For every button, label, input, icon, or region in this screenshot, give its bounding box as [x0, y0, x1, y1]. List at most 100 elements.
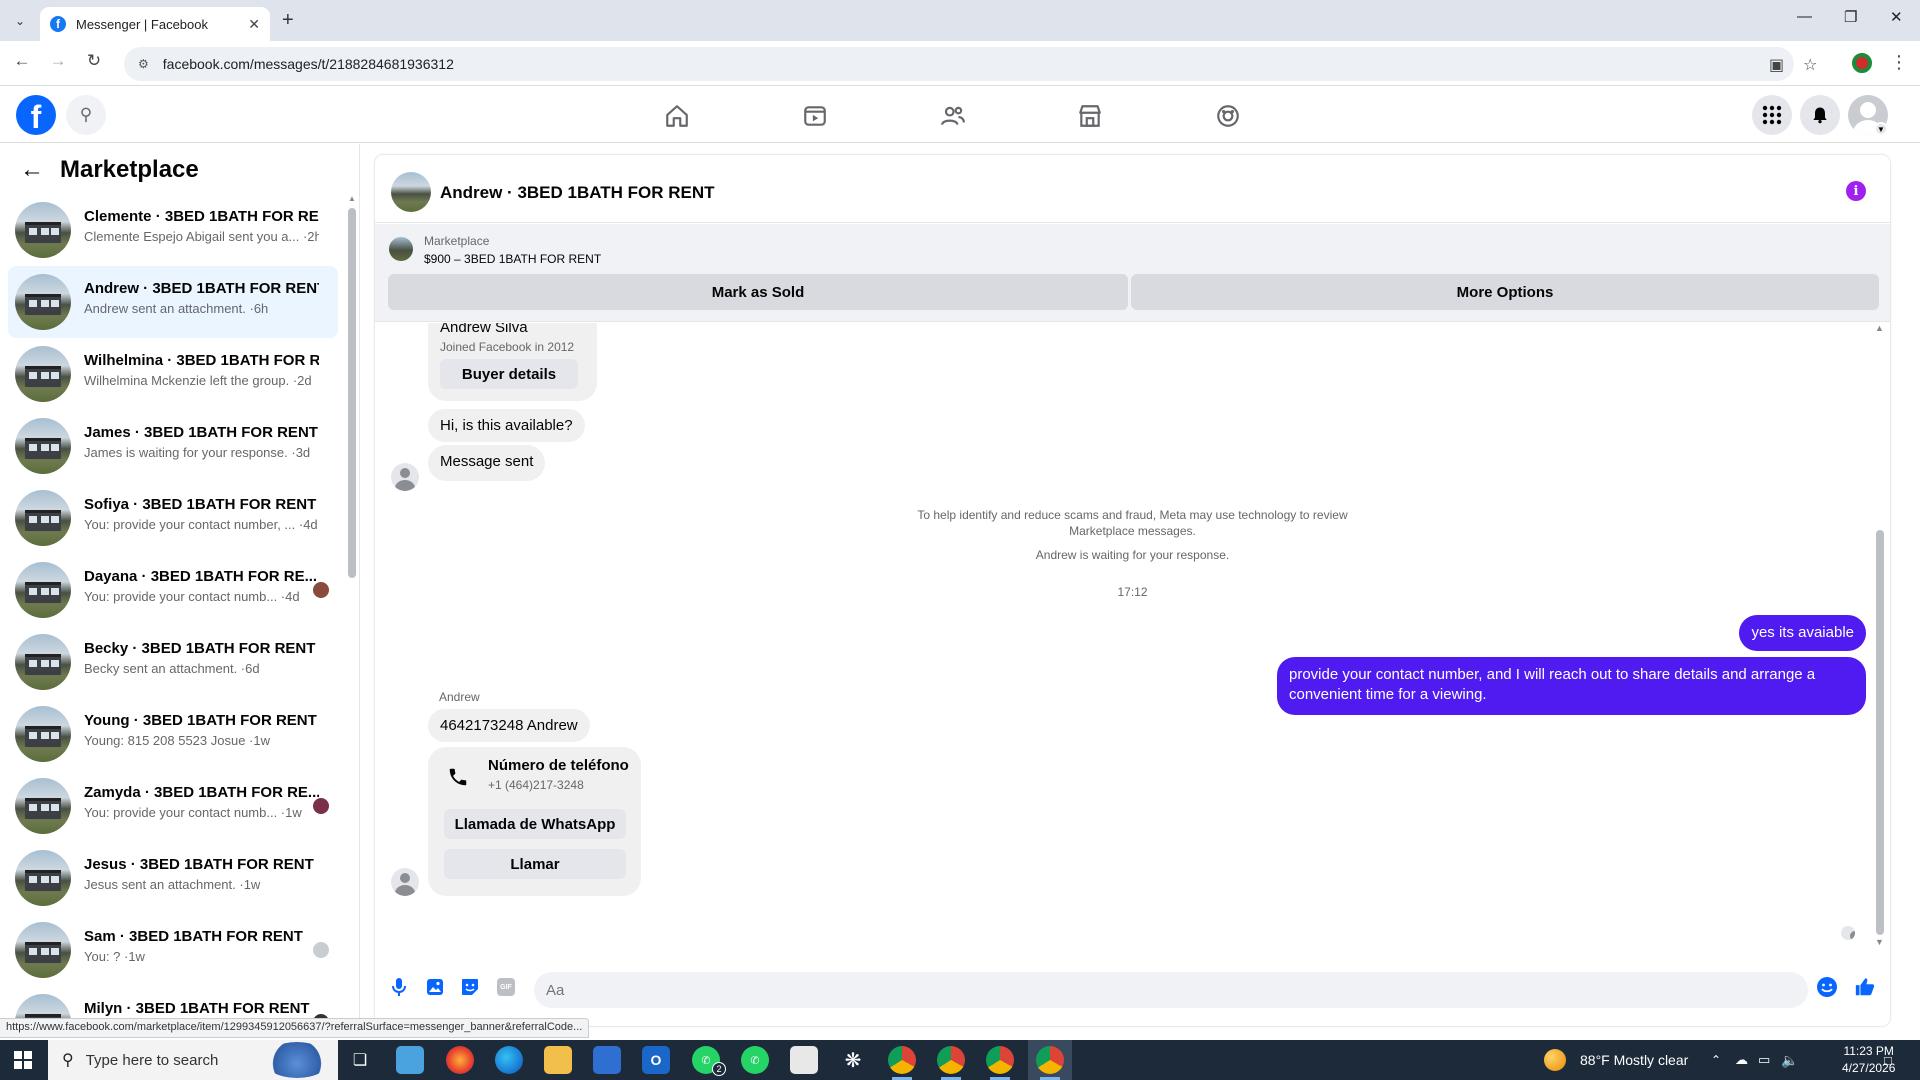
- windows-start-icon[interactable]: [14, 1051, 32, 1069]
- tab-search-button[interactable]: ⌄: [8, 9, 32, 33]
- mark-as-sold-button[interactable]: Mark as Sold: [388, 274, 1128, 310]
- sidebar-scrollbar[interactable]: [348, 208, 356, 578]
- conversation-item[interactable]: Becky · 3BED 1BATH FOR RENT Becky sent a…: [8, 626, 338, 698]
- install-app-icon[interactable]: ▣: [1769, 55, 1784, 75]
- conversation-item[interactable]: Wilhelmina · 3BED 1BATH FOR R... Wilhelm…: [8, 338, 338, 410]
- thumbs-up-icon[interactable]: [1854, 976, 1876, 998]
- notifications-bell-icon[interactable]: [1800, 95, 1840, 135]
- account-chevron-down-icon[interactable]: ▼: [1874, 122, 1888, 136]
- buyer-details-button[interactable]: Buyer details: [440, 359, 578, 389]
- notepad-app-icon[interactable]: [396, 1046, 424, 1074]
- whatsapp-call-button[interactable]: Llamada de WhatsApp: [444, 809, 626, 839]
- phone-card-number: +1 (464)217-3248: [488, 778, 584, 792]
- seen-avatar: [313, 942, 329, 958]
- call-button[interactable]: Llamar: [444, 849, 626, 879]
- sticker-icon[interactable]: [459, 976, 481, 998]
- conversation-title: Andrew · 3BED 1BATH FOR RENT: [84, 280, 319, 297]
- listing-thumbnail: [15, 778, 71, 834]
- conversation-item[interactable]: Zamyda · 3BED 1BATH FOR RE... You: provi…: [8, 770, 338, 842]
- message-input[interactable]: [534, 972, 1808, 1008]
- waiting-status: Andrew is waiting for your response.: [1035, 548, 1230, 562]
- outlook-app-icon[interactable]: O: [642, 1046, 670, 1074]
- restore-icon[interactable]: ❐: [1844, 8, 1857, 26]
- conversation-item[interactable]: Jesus · 3BED 1BATH FOR RENT Jesus sent a…: [8, 842, 338, 914]
- notification-center-icon[interactable]: □: [1884, 1040, 1892, 1080]
- taskbar-search-placeholder: Type here to search: [85, 1051, 219, 1069]
- message-thread: Andrew Silva Joined Facebook in 2012 Buy…: [375, 323, 1890, 956]
- chrome-profile-2-icon[interactable]: [937, 1046, 965, 1074]
- friends-icon[interactable]: [937, 101, 969, 131]
- url-field[interactable]: ⚙ facebook.com/messages/t/21882846819363…: [124, 47, 1794, 81]
- edge-app-icon[interactable]: [495, 1046, 523, 1074]
- scroll-up-icon[interactable]: ▲: [348, 194, 356, 203]
- microsoft-store-icon[interactable]: [593, 1046, 621, 1074]
- volume-icon[interactable]: 🔈: [1781, 1040, 1798, 1080]
- conversation-item[interactable]: Young · 3BED 1BATH FOR RENT Young: 815 2…: [8, 698, 338, 770]
- conversation-item[interactable]: James · 3BED 1BATH FOR RENT James is wai…: [8, 410, 338, 482]
- more-options-button[interactable]: More Options: [1131, 274, 1879, 310]
- info-icon[interactable]: i: [1846, 181, 1866, 201]
- taskbar-search[interactable]: ⚲ Type here to search: [48, 1040, 338, 1080]
- chat-title[interactable]: Andrew · 3BED 1BATH FOR RENT: [440, 183, 715, 203]
- file-explorer-icon[interactable]: [544, 1046, 572, 1074]
- listing-thumbnail: [15, 562, 71, 618]
- microphone-icon[interactable]: [388, 976, 410, 998]
- onedrive-icon[interactable]: ☁: [1735, 1040, 1748, 1080]
- message-timestamp: 17:12: [1117, 585, 1148, 599]
- task-view-icon[interactable]: ❏: [346, 1046, 374, 1074]
- conversation-item[interactable]: Dayana · 3BED 1BATH FOR RE... You: provi…: [8, 554, 338, 626]
- back-icon[interactable]: ←: [10, 51, 34, 71]
- emoji-icon[interactable]: [1816, 976, 1838, 998]
- seen-avatar: [313, 798, 329, 814]
- app-icon[interactable]: [790, 1046, 818, 1074]
- facebook-logo-icon[interactable]: f: [16, 95, 56, 135]
- search-icon[interactable]: ⚲: [66, 95, 106, 135]
- listing-thumbnail: [15, 346, 71, 402]
- menu-grid-icon[interactable]: [1752, 95, 1792, 135]
- photo-icon[interactable]: [424, 976, 446, 998]
- message-bubble-incoming: Hi, is this available?: [428, 409, 585, 442]
- listing-thumbnail: [15, 418, 71, 474]
- conversation-title: Wilhelmina · 3BED 1BATH FOR R...: [84, 352, 319, 369]
- new-tab-button[interactable]: +: [282, 9, 294, 32]
- forward-icon[interactable]: →: [46, 51, 70, 71]
- browser-profile-icon[interactable]: [1852, 53, 1872, 73]
- search-highlight-icon: [264, 1042, 330, 1078]
- gaming-icon[interactable]: [1212, 101, 1244, 131]
- thread-scrollbar[interactable]: [1876, 530, 1884, 935]
- listing-price-title[interactable]: $900 – 3BED 1BATH FOR RENT: [424, 252, 601, 266]
- chat-listing-thumbnail[interactable]: [391, 172, 431, 212]
- conversation-list: Clemente · 3BED 1BATH FOR RE... Clemente…: [8, 194, 338, 1026]
- show-hidden-icons[interactable]: ⌃: [1711, 1040, 1721, 1080]
- reload-icon[interactable]: ↻: [82, 51, 106, 71]
- whatsapp-app-icon[interactable]: ✆: [741, 1046, 769, 1074]
- listing-banner-thumbnail[interactable]: [389, 237, 413, 261]
- back-arrow-icon[interactable]: ←: [20, 156, 44, 184]
- gif-icon[interactable]: GIF: [495, 976, 517, 998]
- video-icon[interactable]: [799, 101, 831, 131]
- scroll-down-icon[interactable]: ▼: [1875, 937, 1884, 947]
- conversation-item-active[interactable]: Andrew · 3BED 1BATH FOR RENT Andrew sent…: [8, 266, 338, 338]
- browser-tab[interactable]: f Messenger | Facebook ✕: [40, 7, 270, 41]
- minimize-icon[interactable]: —: [1797, 8, 1812, 25]
- chrome-active-window-icon[interactable]: [1036, 1046, 1064, 1074]
- bookmark-star-icon[interactable]: ☆: [1803, 55, 1817, 75]
- close-window-icon[interactable]: ✕: [1890, 8, 1903, 26]
- home-icon[interactable]: [661, 101, 693, 131]
- chrome-profile-3-icon[interactable]: [986, 1046, 1014, 1074]
- chrome-app-icon[interactable]: [888, 1046, 916, 1074]
- weather-widget[interactable]: 88°F Mostly clear: [1544, 1040, 1688, 1080]
- conversation-title: Jesus · 3BED 1BATH FOR RENT: [84, 856, 314, 873]
- close-tab-icon[interactable]: ✕: [248, 16, 260, 33]
- conversation-item[interactable]: Sam · 3BED 1BATH FOR RENT You: ? ·1w: [8, 914, 338, 986]
- site-settings-icon[interactable]: ⚙: [138, 57, 149, 71]
- conversation-item[interactable]: Sofiya · 3BED 1BATH FOR RENT You: provid…: [8, 482, 338, 554]
- network-icon[interactable]: ▭: [1758, 1040, 1770, 1080]
- weather-moon-icon: [1544, 1049, 1566, 1071]
- scroll-up-icon[interactable]: ▲: [1875, 323, 1884, 333]
- browser-menu-icon[interactable]: ⋮: [1890, 52, 1908, 73]
- firefox-app-icon[interactable]: [446, 1046, 474, 1074]
- marketplace-icon[interactable]: [1074, 101, 1106, 131]
- chatgpt-app-icon[interactable]: ❋: [839, 1046, 867, 1074]
- conversation-item[interactable]: Clemente · 3BED 1BATH FOR RE... Clemente…: [8, 194, 338, 266]
